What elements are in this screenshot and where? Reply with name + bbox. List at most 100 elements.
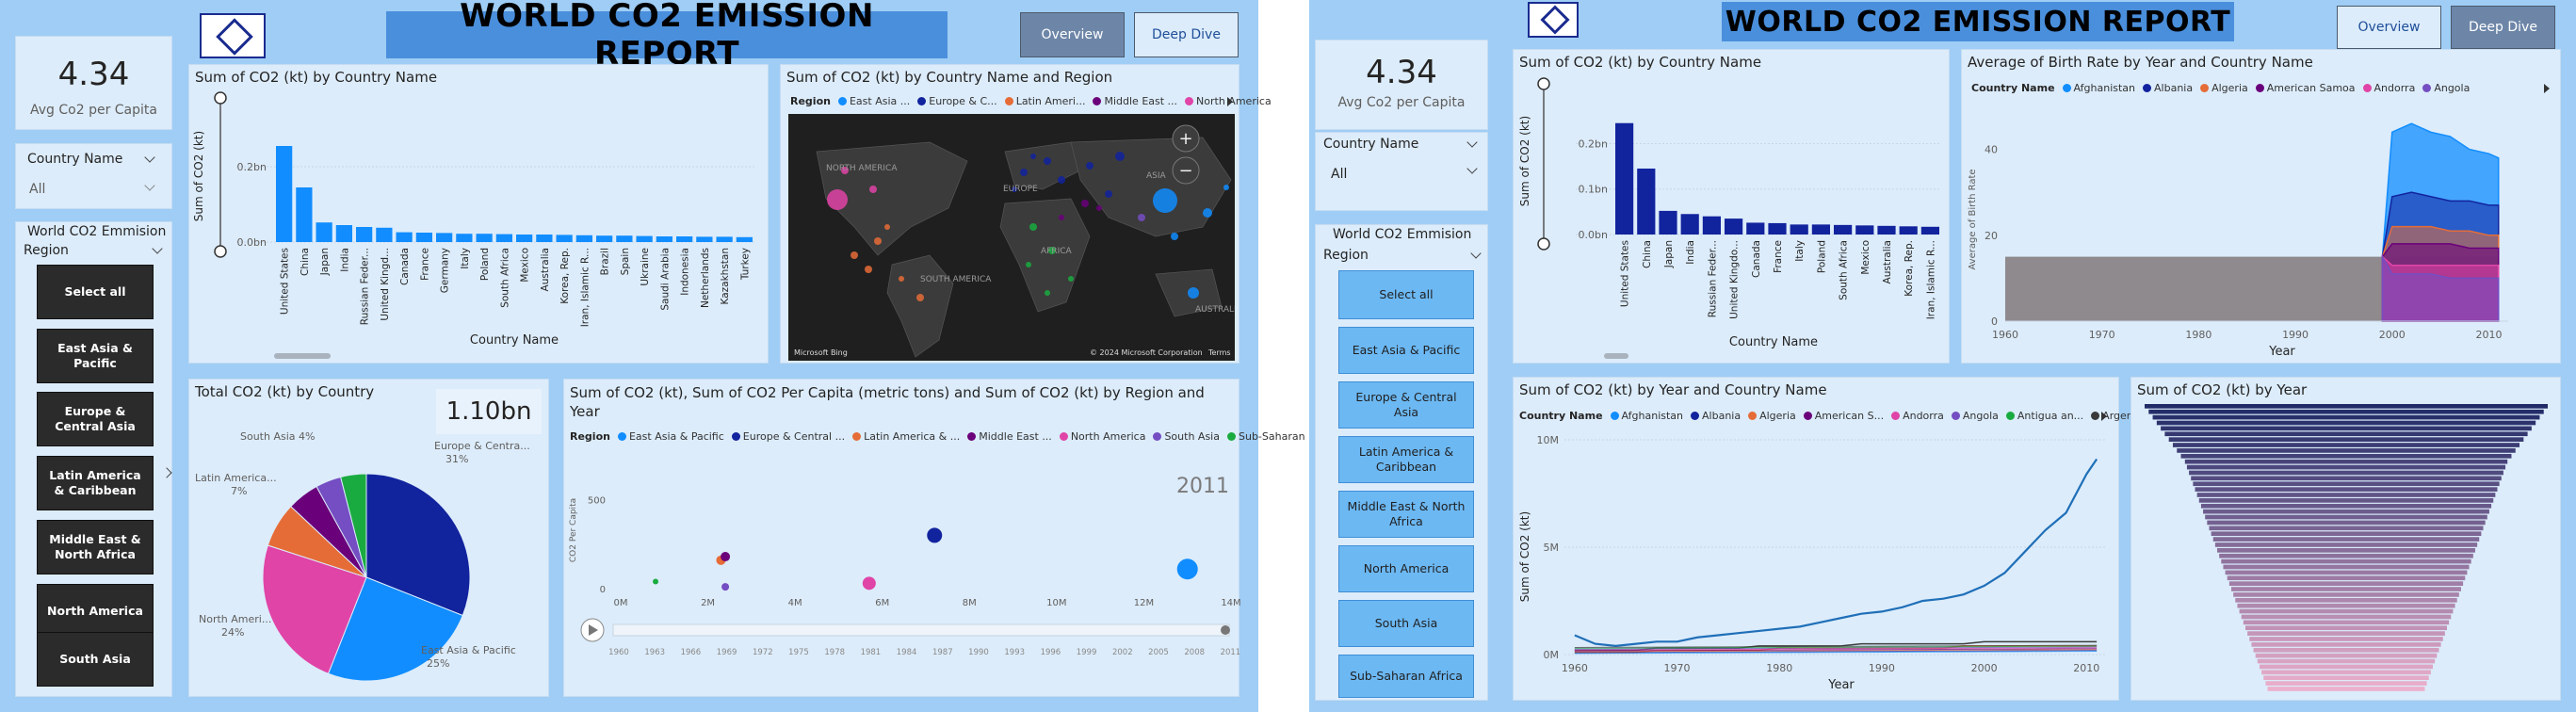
y-axis-title: Sum of CO2 (kt) (192, 131, 205, 221)
scatter-point (1176, 558, 1198, 580)
bar (456, 234, 473, 242)
x-tick-label: Germany (440, 248, 451, 293)
funnel-bar (2207, 520, 2486, 526)
x-tick-label: Mexico (520, 248, 531, 283)
zoom-in-icon: + (1178, 129, 1192, 149)
co2-by-year-line-panel: Sum of CO2 (kt) by Year and Country Name… (1513, 377, 2153, 701)
x-tick-label: Spain (620, 248, 631, 275)
region-button-north-america[interactable]: North America (1338, 545, 1474, 592)
zoom-out-icon: − (1178, 161, 1192, 181)
region-button-select-all[interactable]: Select all (37, 265, 154, 319)
bar (616, 235, 633, 242)
co2-by-country-bar-chart: 0.2bn 0.0bn Sum of CO2 (kt) United States Ch… (192, 91, 754, 359)
funnel-bar (2228, 581, 2464, 586)
x-tick-label: France (1773, 240, 1784, 273)
deep-dive-button[interactable]: Deep Dive (1134, 12, 1239, 57)
funnel-bar (2255, 653, 2438, 658)
bar (415, 233, 432, 242)
pie-data-label: East Asia & Pacific (421, 644, 516, 656)
y-tick-label: 0.1bn (1579, 184, 1608, 196)
region-button-north-america[interactable]: North America (37, 584, 154, 639)
bar (536, 235, 553, 242)
birth-rate-area-panel: Average of Birth Rate by Year and Countr… (1961, 49, 2561, 364)
funnel-bar (2227, 575, 2466, 581)
pie-data-label: Europe & Centra... (434, 440, 530, 452)
bar (296, 187, 313, 242)
map-bubble (1058, 176, 1065, 184)
chevron-down-icon[interactable] (144, 152, 155, 163)
chevron-down-icon[interactable] (1470, 248, 1482, 259)
region-button-east-asia[interactable]: East Asia & Pacific (37, 329, 154, 383)
funnel-bar (2261, 670, 2431, 675)
overview-button[interactable]: Overview (2337, 6, 2441, 49)
region-button-latin-america[interactable]: Latin America & Caribbean (1338, 436, 1474, 483)
pie-data-label: 24% (221, 626, 244, 639)
country-slicer[interactable]: Country Name All (15, 143, 172, 209)
x-tick-label: 1990 (2282, 329, 2309, 341)
y-axis-title: CO2 Per Capita (569, 498, 578, 562)
bar (356, 227, 373, 242)
region-button-select-all[interactable]: Select all (1338, 270, 1474, 319)
chevron-right-icon[interactable] (161, 467, 172, 478)
funnel-bar (2239, 608, 2454, 614)
x-tick-label: Netherlands (700, 248, 711, 308)
scatter-point (653, 578, 659, 585)
bar (516, 235, 533, 242)
deep-dive-button[interactable]: Deep Dive (2451, 6, 2555, 49)
legend-item: East Asia ... (837, 95, 910, 107)
chevron-down-icon[interactable] (152, 243, 163, 254)
funnel-bar (2249, 637, 2443, 641)
map-bubble (869, 186, 877, 193)
pie-data-label: 31% (446, 453, 468, 465)
x-tick-label: United States (280, 248, 291, 315)
bar (316, 222, 332, 242)
bar (1637, 169, 1656, 235)
play-axis-year-label: 1975 (788, 648, 809, 657)
x-tick-label: Iran, Islamic R... (1925, 240, 1936, 319)
horizontal-scrollbar (1604, 353, 1628, 359)
bar (596, 235, 613, 242)
map-bubble (884, 224, 890, 230)
region-button-europe[interactable]: Europe & Central Asia (37, 392, 154, 446)
region-button-south-asia[interactable]: South Asia (1338, 600, 1474, 647)
chevron-down-icon[interactable] (144, 180, 155, 191)
chevron-down-icon[interactable] (1466, 137, 1478, 148)
country-slicer-value[interactable]: All (1331, 167, 1347, 182)
x-tick-label: South Africa (1839, 240, 1850, 300)
bar (495, 234, 512, 242)
map-bubble (1153, 188, 1177, 213)
play-axis-year-label: 2011 (1221, 648, 1240, 657)
bar (1811, 224, 1830, 235)
x-tick-label: Brazil (600, 248, 611, 275)
region-button-sub-saharan[interactable]: Sub-Saharan Africa (1338, 655, 1474, 698)
pie-data-label: 25% (427, 657, 449, 670)
region-button-south-asia[interactable]: South Asia (37, 632, 154, 687)
legend-dot (1093, 97, 1102, 105)
region-button-europe[interactable]: Europe & Central Asia (1338, 381, 1474, 429)
funnel-bar (2223, 564, 2470, 570)
bar (1746, 222, 1765, 235)
country-slicer-value[interactable]: All (29, 182, 45, 197)
funnel-bar (2233, 592, 2459, 597)
x-tick-label: Indonesia (680, 248, 691, 296)
kpi-card: 4.34 Avg Co2 per Capita (15, 36, 172, 130)
world-bubble-map[interactable]: NORTH AMERICA EUROPE ASIA SOUTH AMERICA AFRI… (788, 114, 1235, 361)
region-button-middle-east[interactable]: Middle East & North Africa (37, 520, 154, 574)
x-tick-label: United Kingd... (380, 248, 391, 321)
legend-item: Sub-Saharan ... (1226, 430, 1319, 443)
region-button-east-asia[interactable]: East Asia & Pacific (1338, 327, 1474, 374)
map-bubble (1138, 214, 1145, 221)
report-logo (1528, 2, 1579, 38)
legend-scroll-right-icon[interactable] (1227, 97, 1233, 106)
overview-button[interactable]: Overview (1020, 12, 1125, 57)
funnel-bar (2263, 675, 2429, 681)
x-tick-label: India (339, 248, 350, 272)
bar (1920, 226, 1939, 235)
y-tick-label: 500 (588, 496, 606, 507)
x-tick-label: Canada (1751, 240, 1762, 278)
country-slicer[interactable]: Country Name All (1315, 132, 1488, 211)
chevron-down-icon[interactable] (1466, 163, 1478, 174)
region-button-middle-east[interactable]: Middle East & North Africa (1338, 491, 1474, 538)
region-button-latin-america[interactable]: Latin America & Caribbean (37, 456, 154, 510)
report-title: WORLD CO2 EMISSION REPORT (386, 0, 948, 73)
